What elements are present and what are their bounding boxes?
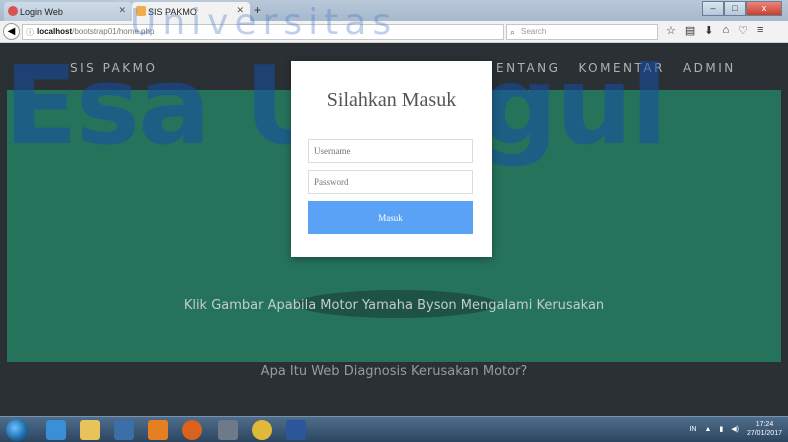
- network-icon[interactable]: ▮: [719, 425, 723, 433]
- system-tray: IN ▲ ▮ ◀) 17:24 27/01/2017: [689, 420, 782, 438]
- volume-icon[interactable]: ◀): [731, 425, 739, 433]
- login-submit-button[interactable]: Masuk: [308, 201, 473, 234]
- tab-label: Login Web: [20, 6, 63, 17]
- tab-close-icon[interactable]: ✕: [118, 5, 126, 16]
- clock[interactable]: 17:24 27/01/2017: [747, 420, 782, 438]
- tab-sis-pakmo[interactable]: SIS PAKMO ✕: [132, 2, 250, 21]
- info-icon[interactable]: ⓘ: [26, 26, 34, 40]
- menu-icon[interactable]: ≡: [757, 24, 763, 37]
- username-field[interactable]: [308, 139, 473, 163]
- language-indicator[interactable]: IN: [689, 426, 696, 433]
- chrome-icon[interactable]: [252, 420, 272, 440]
- download-icon[interactable]: ⬇: [704, 24, 713, 37]
- tray-expand-icon[interactable]: ▲: [704, 426, 711, 433]
- tab-close-icon[interactable]: ✕: [236, 5, 244, 16]
- title-bar: Login Web ✕ SIS PAKMO ✕ + – □ x: [0, 0, 788, 21]
- password-field[interactable]: [308, 170, 473, 194]
- taskbar: IN ▲ ▮ ◀) 17:24 27/01/2017: [0, 416, 788, 442]
- bookmarks-list-icon[interactable]: ▤: [685, 24, 695, 37]
- file-explorer-icon[interactable]: [80, 420, 100, 440]
- window-controls: – □ x: [702, 1, 782, 16]
- bookmark-star-icon[interactable]: ☆: [666, 24, 676, 37]
- internet-explorer-icon[interactable]: [46, 420, 66, 440]
- media-player-icon[interactable]: [114, 420, 134, 440]
- address-bar[interactable]: ⓘ localhost/bootstrap01/home.php ↻: [22, 24, 521, 40]
- new-tab-button[interactable]: +: [254, 3, 261, 17]
- clock-date: 27/01/2017: [746, 430, 782, 437]
- login-modal: Silahkan Masuk Masuk: [291, 61, 492, 257]
- toolbar-icons: ☆ ▤ ⬇ ⌂ ♡ ≡: [666, 24, 763, 37]
- app-window-icon[interactable]: [218, 420, 238, 440]
- login-title: Silahkan Masuk: [326, 89, 457, 111]
- clock-time: 17:24: [755, 421, 774, 428]
- tab-label: SIS PAKMO: [148, 6, 197, 17]
- tab-favicon-icon: [8, 6, 18, 16]
- close-button[interactable]: x: [746, 1, 782, 16]
- home-icon[interactable]: ⌂: [723, 24, 730, 37]
- back-button[interactable]: ◀: [3, 23, 20, 40]
- url-host: localhost: [37, 27, 73, 36]
- start-button[interactable]: [6, 419, 28, 441]
- url-path: /bootstrap01/home.php: [72, 27, 155, 36]
- search-input[interactable]: ⌕ Search: [506, 24, 658, 40]
- browser-window: Login Web ✕ SIS PAKMO ✕ + – □ x ◀ ⓘ loca…: [0, 0, 788, 442]
- vlc-icon[interactable]: [148, 420, 168, 440]
- navigation-bar: ◀ ⓘ localhost/bootstrap01/home.php ↻ ⌕ S…: [0, 21, 788, 43]
- minimize-button[interactable]: –: [702, 1, 724, 16]
- tab-login-web[interactable]: Login Web ✕: [4, 2, 132, 21]
- firefox-icon[interactable]: [182, 420, 202, 440]
- word-icon[interactable]: [286, 420, 306, 440]
- tab-favicon-icon: [136, 6, 146, 16]
- maximize-button[interactable]: □: [724, 1, 746, 16]
- search-placeholder: Search: [521, 27, 547, 36]
- search-icon: ⌕: [510, 27, 516, 37]
- pocket-icon[interactable]: ♡: [738, 24, 748, 37]
